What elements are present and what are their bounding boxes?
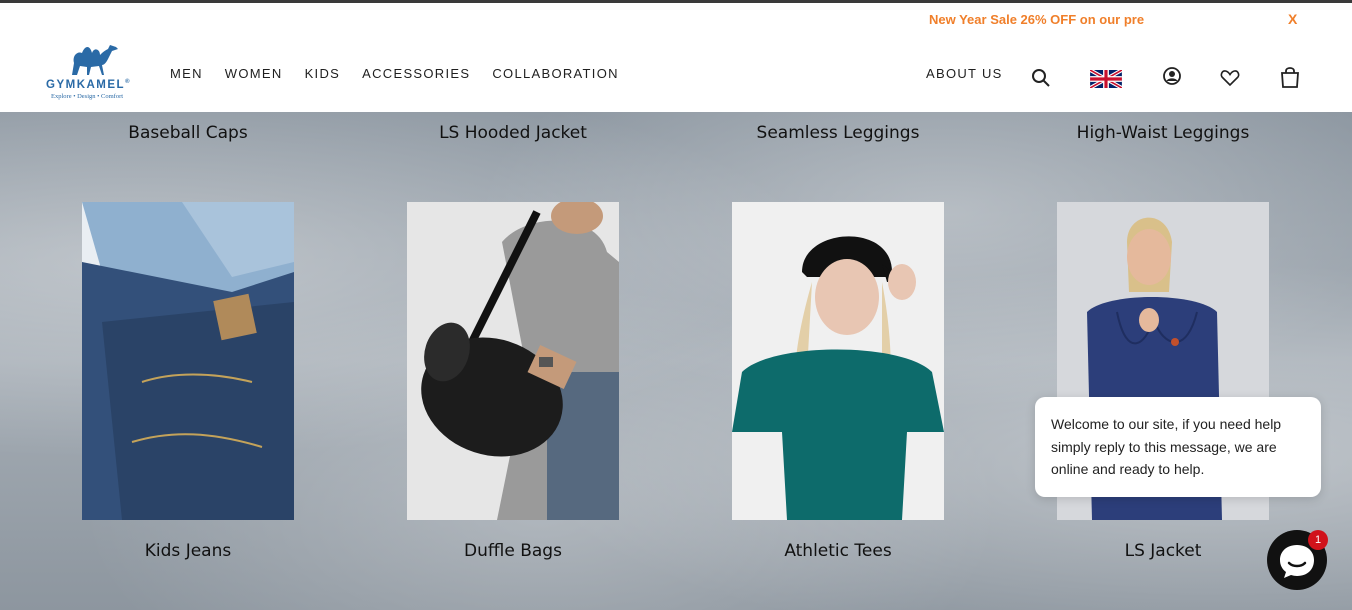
nav-item-about-us[interactable]: ABOUT US xyxy=(926,66,1003,81)
product-image-duffle-bags[interactable] xyxy=(407,202,619,520)
nav-item-men[interactable]: MEN xyxy=(170,66,203,81)
product-image-kids-jeans[interactable] xyxy=(82,202,294,520)
category-title-seamless-leggings[interactable]: Seamless Leggings xyxy=(713,123,963,143)
product-title-duffle-bags[interactable]: Duffle Bags xyxy=(388,541,638,561)
chat-welcome-message[interactable]: Welcome to our site, if you need help si… xyxy=(1035,397,1321,497)
logo-tagline: Explore • Design • Comfort xyxy=(51,93,124,100)
cart-bag-icon[interactable] xyxy=(1279,65,1301,88)
uk-flag-icon[interactable] xyxy=(1089,68,1123,90)
main-navigation: MEN WOMEN KIDS ACCESSORIES COLLABORATION xyxy=(170,66,619,81)
search-icon[interactable] xyxy=(1030,67,1052,89)
nav-item-collaboration[interactable]: COLLABORATION xyxy=(492,66,618,81)
site-header: New Year Sale 26% OFF on our pre X GYMKA… xyxy=(0,3,1352,112)
account-icon[interactable] xyxy=(1161,65,1183,87)
category-title-ls-hooded-jacket[interactable]: LS Hooded Jacket xyxy=(388,123,638,143)
promo-banner-text[interactable]: New Year Sale 26% OFF on our pre xyxy=(929,12,1165,27)
product-image-athletic-tees[interactable] xyxy=(732,202,944,520)
nav-item-women[interactable]: WOMEN xyxy=(225,66,283,81)
product-title-athletic-tees[interactable]: Athletic Tees xyxy=(713,541,963,561)
chat-notification-badge: 1 xyxy=(1308,530,1328,550)
category-title-baseball-caps[interactable]: Baseball Caps xyxy=(63,123,313,143)
nav-item-kids[interactable]: KIDS xyxy=(305,66,341,81)
product-title-ls-jacket[interactable]: LS Jacket xyxy=(1038,541,1288,561)
nav-item-accessories[interactable]: ACCESSORIES xyxy=(362,66,470,81)
camel-logo-icon xyxy=(72,45,118,75)
product-title-kids-jeans[interactable]: Kids Jeans xyxy=(63,541,313,561)
promo-close-button[interactable]: X xyxy=(1288,11,1297,27)
wishlist-heart-icon[interactable] xyxy=(1219,67,1241,89)
category-title-high-waist-leggings[interactable]: High-Waist Leggings xyxy=(1038,123,1288,143)
site-logo[interactable]: GYMKAMEL® Explore • Design • Comfort xyxy=(42,41,150,105)
logo-wordmark: GYMKAMEL® xyxy=(46,79,132,91)
